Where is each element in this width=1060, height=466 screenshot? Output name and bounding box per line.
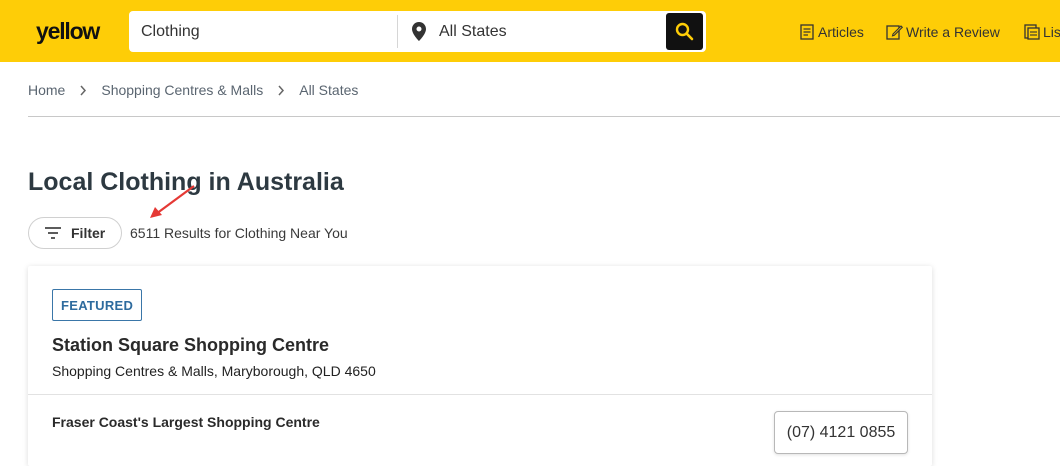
search-what-input[interactable] [129, 11, 397, 52]
articles-icon [800, 24, 814, 40]
nav-write-review-label: Write a Review [906, 24, 1000, 40]
nav-articles-label: Articles [818, 24, 864, 40]
nav-list[interactable]: Lis [1024, 22, 1060, 42]
filter-icon [45, 227, 61, 239]
map-pin-icon [412, 22, 426, 41]
search-button[interactable] [666, 13, 703, 50]
chevron-right-icon [79, 85, 87, 96]
search-where-input[interactable] [429, 11, 659, 52]
card-divider [28, 394, 932, 395]
breadcrumb-divider [28, 116, 1060, 117]
edit-icon [886, 25, 903, 40]
chevron-right-icon [277, 85, 285, 96]
breadcrumb-all-states[interactable]: All States [299, 82, 358, 98]
top-header: yellow Articles Write a Review [0, 0, 1060, 62]
breadcrumb-shopping-centres[interactable]: Shopping Centres & Malls [101, 82, 263, 98]
phone-button[interactable]: (07) 4121 0855 [774, 411, 908, 454]
logo-wordmark: yellow [36, 18, 100, 44]
listing-tagline: Fraser Coast's Largest Shopping Centre [52, 414, 320, 430]
search-bar [129, 11, 706, 52]
search-icon [675, 22, 694, 41]
breadcrumb: Home Shopping Centres & Malls All States [28, 82, 358, 98]
featured-badge: FEATURED [52, 289, 143, 321]
nav-articles[interactable]: Articles [800, 22, 864, 42]
results-count: 6511 Results for Clothing Near You [130, 225, 348, 241]
yellow-logo[interactable]: yellow [36, 10, 106, 46]
list-icon [1024, 24, 1040, 40]
listing-name[interactable]: Station Square Shopping Centre [52, 335, 329, 356]
nav-write-review[interactable]: Write a Review [886, 22, 1000, 42]
listing-address: Shopping Centres & Malls, Maryborough, Q… [52, 363, 376, 379]
filter-button[interactable]: Filter [28, 217, 122, 249]
filter-label: Filter [71, 225, 106, 241]
listing-card[interactable]: FEATURED Station Square Shopping Centre … [28, 266, 932, 466]
search-divider [397, 15, 398, 48]
breadcrumb-home[interactable]: Home [28, 82, 65, 98]
annotation-arrow-icon [150, 185, 195, 218]
nav-list-label: Lis [1043, 24, 1060, 40]
